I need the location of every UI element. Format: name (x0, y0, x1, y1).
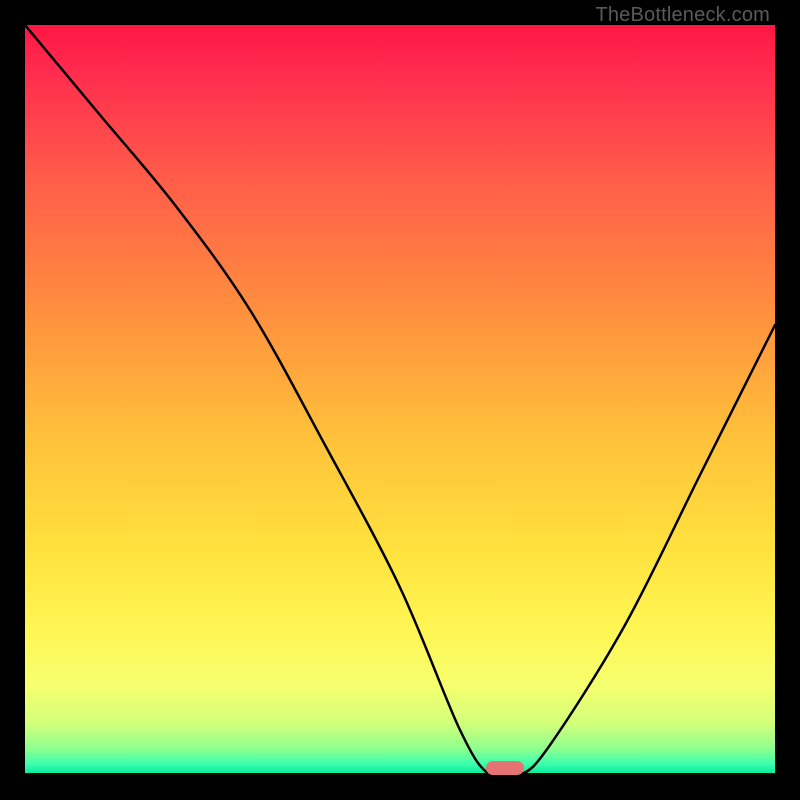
optimal-marker (486, 761, 524, 775)
chart-frame: TheBottleneck.com (0, 0, 800, 800)
x-axis-baseline (25, 773, 775, 775)
plot-area (25, 25, 775, 775)
watermark-text: TheBottleneck.com (595, 4, 770, 27)
bottleneck-curve (25, 25, 775, 775)
